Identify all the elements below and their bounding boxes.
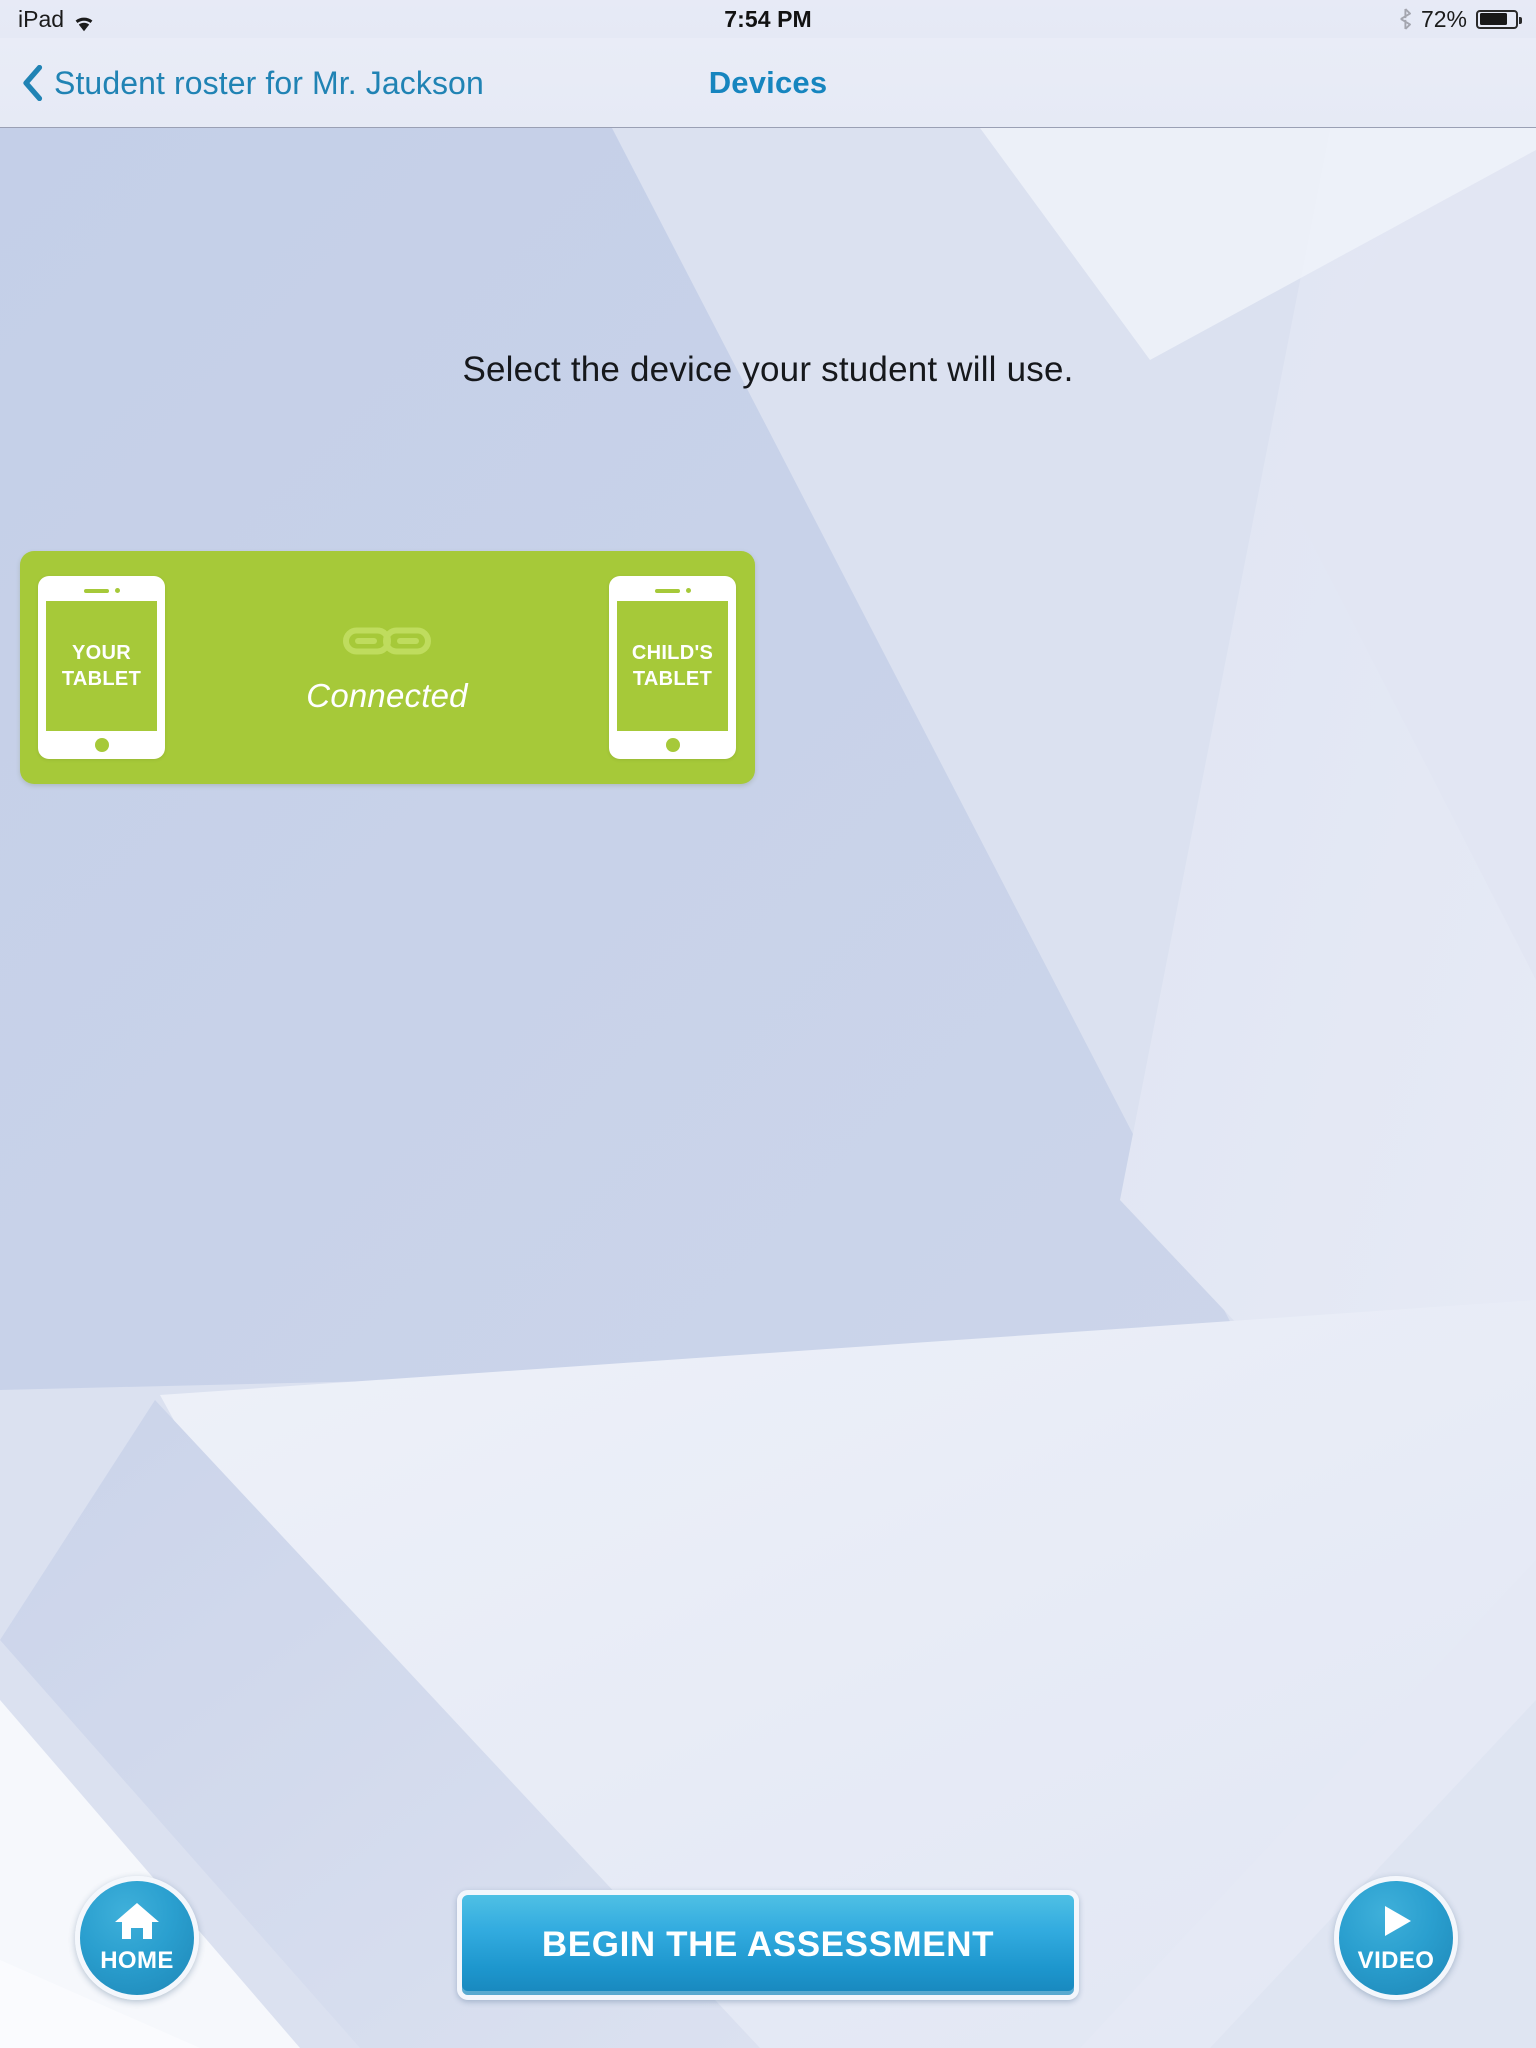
home-icon bbox=[114, 1901, 160, 1946]
home-button-label: HOME bbox=[100, 1947, 174, 1974]
your-tablet-screen: YOUR TABLET bbox=[46, 601, 157, 731]
your-tablet-line1: YOUR bbox=[72, 641, 131, 664]
status-bar-right: 72% bbox=[1399, 5, 1522, 33]
navigation-bar: Student roster for Mr. Jackson Devices bbox=[0, 38, 1536, 128]
instruction-text: Select the device your student will use. bbox=[462, 350, 1074, 389]
device-pair-card[interactable]: YOUR TABLET Connected CHILD'S TABLET bbox=[20, 551, 755, 784]
video-button[interactable]: VIDEO bbox=[1334, 1876, 1458, 2000]
tablet-home-button-glyph bbox=[665, 738, 680, 752]
tablet-home-button-glyph bbox=[94, 738, 109, 752]
childs-tablet-screen: CHILD'S TABLET bbox=[617, 601, 728, 731]
play-icon bbox=[1376, 1901, 1416, 1946]
tablet-speaker-bar bbox=[654, 588, 680, 593]
connection-status-group: Connected bbox=[187, 551, 587, 784]
battery-percent-label: 72% bbox=[1420, 5, 1467, 32]
bluetooth-icon bbox=[1399, 8, 1412, 30]
wifi-icon bbox=[73, 11, 95, 31]
tablet-speaker-camera bbox=[654, 588, 691, 593]
childs-tablet-line1: CHILD'S bbox=[631, 641, 714, 664]
battery-icon bbox=[1476, 9, 1522, 29]
your-tablet-line2: TABLET bbox=[61, 668, 142, 690]
status-bar-left: iPad bbox=[18, 6, 95, 33]
connection-status-label: Connected bbox=[306, 676, 468, 714]
tablet-speaker-bar bbox=[83, 588, 109, 593]
status-bar: iPad 7:54 PM 72% bbox=[0, 0, 1536, 38]
bottom-toolbar: HOME BEGIN THE ASSESSMENT VIDEO bbox=[0, 1858, 1536, 2048]
chain-link-icon bbox=[343, 621, 431, 659]
main-content: Select the device your student will use.… bbox=[0, 128, 1536, 2048]
status-bar-time: 7:54 PM bbox=[724, 5, 812, 32]
begin-assessment-label: BEGIN THE ASSESSMENT bbox=[541, 1925, 995, 1964]
tablet-camera-dot bbox=[114, 588, 120, 593]
battery-fill bbox=[1479, 13, 1507, 25]
childs-tablet-icon: CHILD'S TABLET bbox=[609, 576, 736, 759]
begin-assessment-button[interactable]: BEGIN THE ASSESSMENT bbox=[457, 1890, 1079, 2000]
device-name-label: iPad bbox=[18, 5, 65, 32]
your-tablet-icon: YOUR TABLET bbox=[38, 576, 165, 759]
home-button[interactable]: HOME bbox=[75, 1876, 199, 2000]
tablet-camera-dot bbox=[685, 588, 691, 593]
video-button-label: VIDEO bbox=[1357, 1947, 1435, 1974]
tablet-speaker-camera bbox=[83, 588, 120, 593]
page-title: Devices bbox=[708, 65, 828, 100]
app-screen: iPad 7:54 PM 72% Student roster for Mr. … bbox=[0, 0, 1536, 2048]
childs-tablet-line2: TABLET bbox=[632, 668, 713, 690]
